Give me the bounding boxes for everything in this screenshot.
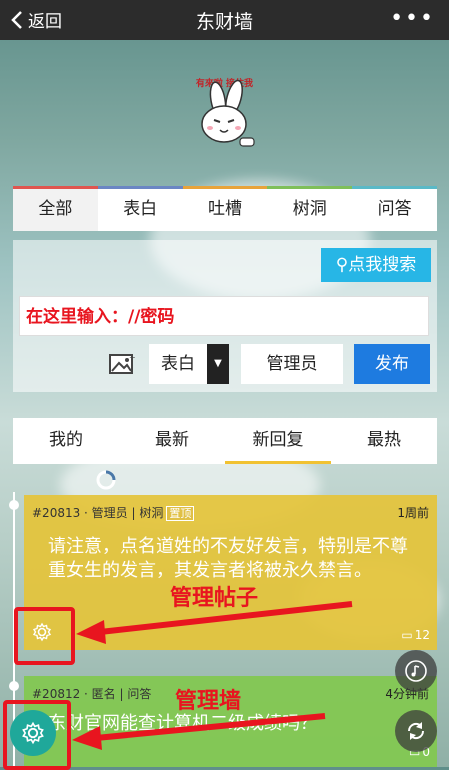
comment-count[interactable]: ▭ 12 [401,628,430,642]
tab-hottest[interactable]: 最热 [331,418,437,464]
more-menu-button[interactable]: ••• [390,6,435,31]
post-content: 请注意，点名道姓的不友好发言，特别是不尊重女生的发言，其发言者将被永久禁言。 [48,536,408,581]
post-content: 东财官网能查计算机二级成绩吗？ [48,713,318,734]
sort-tabs: 我的 最新 新回复 最热 [13,418,437,464]
music-button[interactable] [395,650,437,692]
gear-icon [22,721,44,745]
mascot-rabbit-image [201,79,255,147]
tab-qa[interactable]: 问答 [352,186,437,231]
timeline-dot [9,500,19,510]
loading-spinner-icon [96,470,116,490]
refresh-button[interactable] [395,710,437,752]
page-title: 东财墙 [195,11,253,33]
top-bar: 返回 东财墙 ••• [0,0,449,40]
tab-mine[interactable]: 我的 [13,418,119,464]
post-meta: #20813 · 管理员 | 树洞 置顶 [32,504,195,521]
tab-all[interactable]: 全部 [13,186,98,231]
publish-button[interactable]: 发布 [354,344,430,384]
comment-count-value: 12 [414,628,430,642]
category-tabs: 全部 表白 吐槽 树洞 问答 [13,186,437,231]
pinned-badge: 置顶 [166,506,195,521]
svg-text:+: + [129,353,135,362]
refresh-icon [407,722,425,740]
annotation-highlight-box [14,607,75,665]
comment-icon: ▭ [401,628,413,642]
post-type-select[interactable]: 表白 ▼ [149,344,229,384]
post-input[interactable]: 在这里输入：//密码 [19,296,429,336]
tab-new-replies[interactable]: 新回复 [225,418,331,464]
dropdown-arrow-icon: ▼ [207,344,229,384]
back-button[interactable]: 返回 [10,7,62,32]
tab-tree-hole[interactable]: 树洞 [267,186,352,231]
search-button[interactable]: ⚲点我搜索 [321,248,431,282]
annotation-wall-manage: 管理墙 [175,689,242,714]
search-icon: ⚲ [335,255,349,275]
wall-settings-button[interactable] [10,710,56,756]
image-upload-icon[interactable]: + [109,352,135,376]
post-meta-text: #20813 · 管理员 | 树洞 [32,506,164,520]
timeline-dot [9,681,19,691]
chevron-left-icon [11,10,22,29]
author-name-field[interactable]: 管理员 [241,344,343,384]
tab-confession[interactable]: 表白 [97,186,183,231]
tab-complaint[interactable]: 吐槽 [182,186,268,231]
tab-latest[interactable]: 最新 [119,418,225,464]
post-time: 1周前 [397,506,429,520]
annotation-post-manage: 管理帖子 [170,586,259,611]
post-form: ⚲点我搜索 在这里输入：//密码 + 表白 ▼ 管理员 发布 [13,240,437,392]
search-button-label: 点我搜索 [348,255,417,275]
post-card[interactable]: #20813 · 管理员 | 树洞 置顶 1周前 请注意，点名道姓的不友好发言，特… [24,495,437,650]
music-note-icon [405,660,427,682]
post-type-value: 表白 [161,354,195,374]
back-label: 返回 [28,12,62,32]
